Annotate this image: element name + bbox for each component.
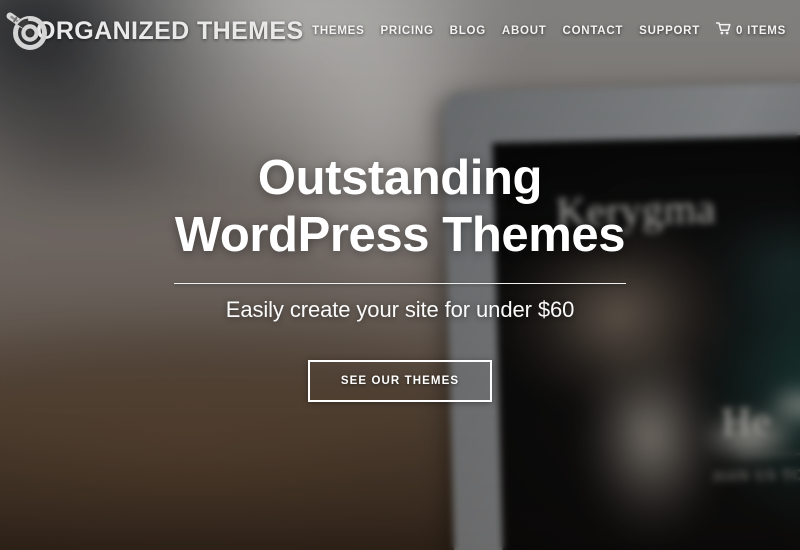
hero-divider <box>174 282 626 284</box>
shopping-cart-icon <box>715 22 731 40</box>
hero-section: Kerygma He JOIN US TO CELEBRA <box>0 0 800 550</box>
organized-themes-disc-logo <box>6 9 52 53</box>
hero-title: Outstanding WordPress Themes <box>174 150 626 265</box>
nav-item-blog[interactable]: BLOG <box>450 25 486 37</box>
hero-subtitle: Easily create your site for under $60 <box>225 296 575 322</box>
site-logo[interactable]: ORGANIZED THEMES <box>6 9 304 53</box>
nav-item-pricing[interactable]: PRICING <box>381 25 434 37</box>
hero-title-line-2: WordPress Themes <box>174 208 626 263</box>
hero-content: Outstanding WordPress Themes Easily crea… <box>0 150 800 402</box>
see-our-themes-button[interactable]: SEE OUR THEMES <box>307 359 493 402</box>
nav-item-support[interactable]: SUPPORT <box>639 25 700 37</box>
nav-item-contact[interactable]: CONTACT <box>563 25 624 37</box>
main-navigation: THEMES PRICING BLOG ABOUT CONTACT SUPPOR… <box>312 22 786 40</box>
nav-item-themes[interactable]: THEMES <box>312 25 364 37</box>
site-logo-text: ORGANIZED THEMES <box>36 16 304 45</box>
nav-item-about[interactable]: ABOUT <box>502 25 547 37</box>
cart-item-count: 0 ITEMS <box>736 25 786 37</box>
hero-title-line-1: Outstanding <box>257 151 543 205</box>
cart-link[interactable]: 0 ITEMS <box>715 22 786 40</box>
site-header: ORGANIZED THEMES THEMES PRICING BLOG ABO… <box>0 0 800 62</box>
